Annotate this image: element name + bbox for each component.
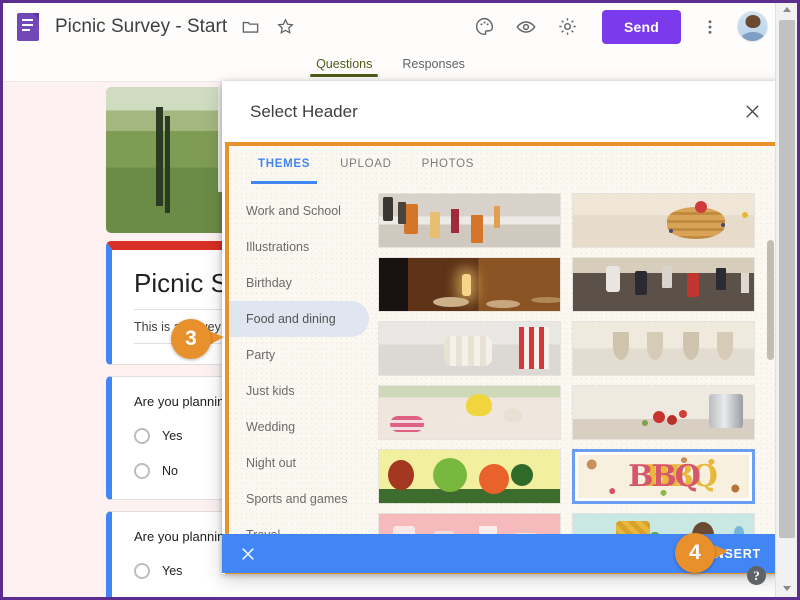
- radio-icon[interactable]: [134, 463, 150, 479]
- thumbnail-row: [378, 257, 756, 312]
- callout-number: 3: [171, 319, 211, 359]
- callout-marker-4: 4: [675, 533, 728, 573]
- star-outline-icon[interactable]: [276, 17, 295, 36]
- thumbnail-row: [378, 449, 756, 504]
- dialog-titlebar: Select Header: [222, 81, 785, 142]
- category-item-party[interactable]: Party: [229, 337, 369, 373]
- tab-questions[interactable]: Questions: [310, 53, 379, 77]
- page-white-strip: [222, 573, 785, 597]
- radio-icon[interactable]: [134, 563, 150, 579]
- gear-settings-icon[interactable]: [557, 16, 578, 37]
- theme-thumbnail-fruit-illustration[interactable]: [378, 449, 561, 504]
- form-tabs: Questions Responses: [3, 53, 778, 82]
- close-icon[interactable]: [236, 542, 260, 566]
- google-forms-icon: [17, 12, 39, 41]
- theme-thumbnail-party-gathering[interactable]: [572, 257, 755, 312]
- category-list: Work and School Illustrations Birthday F…: [229, 182, 369, 570]
- picker-scrollbar-thumb[interactable]: [767, 240, 774, 360]
- tab-responses[interactable]: Responses: [400, 53, 467, 77]
- theme-thumbnail-cocktails-on-table[interactable]: [378, 193, 561, 248]
- category-item-wedding[interactable]: Wedding: [229, 409, 369, 445]
- app-bar-actions: Send: [454, 9, 778, 44]
- category-item-birthday[interactable]: Birthday: [229, 265, 369, 301]
- browser-scrollbar[interactable]: [775, 0, 797, 597]
- theme-thumbnail-tea-party-table[interactable]: [378, 385, 561, 440]
- thumbnail-row: [378, 321, 756, 376]
- theme-thumbnail-champagne-glasses[interactable]: [572, 321, 755, 376]
- theme-thumbnail-bbq-illustration[interactable]: [572, 449, 755, 504]
- tab-themes[interactable]: THEMES: [250, 148, 318, 184]
- app-bar: Picnic Survey - Start Send: [3, 0, 778, 53]
- folder-move-icon[interactable]: [241, 17, 260, 36]
- avatar[interactable]: [737, 11, 768, 42]
- callout-number: 4: [675, 533, 715, 573]
- select-header-dialog: Select Header THEMES UPLOAD PHOTOS Work …: [222, 81, 785, 574]
- eye-preview-icon[interactable]: [515, 16, 537, 38]
- header-picker: THEMES UPLOAD PHOTOS Work and School Ill…: [229, 146, 778, 570]
- palette-icon[interactable]: [474, 16, 495, 37]
- picker-scrollbar[interactable]: [766, 182, 775, 570]
- more-vert-icon[interactable]: [701, 17, 719, 37]
- category-item-illustrations[interactable]: Illustrations: [229, 229, 369, 265]
- help-button[interactable]: ?: [747, 566, 766, 585]
- tab-photos[interactable]: PHOTOS: [421, 148, 476, 181]
- thumbnail-row: [378, 193, 756, 248]
- category-item-food-and-dining[interactable]: Food and dining: [229, 301, 369, 337]
- send-button[interactable]: Send: [601, 9, 681, 44]
- picker-main: Work and School Illustrations Birthday F…: [229, 182, 778, 570]
- browser-scrollbar-thumb[interactable]: [779, 20, 795, 538]
- category-item-night-out[interactable]: Night out: [229, 445, 369, 481]
- option-label: Yes: [162, 564, 183, 578]
- dialog-title: Select Header: [250, 101, 358, 121]
- theme-thumbnail-pancakes-with-berries[interactable]: [572, 193, 755, 248]
- callout-marker-3: 3: [171, 319, 224, 359]
- theme-thumbnail-grid: [369, 182, 778, 570]
- option-label: Yes: [162, 429, 183, 443]
- thumbnail-row: [378, 385, 756, 440]
- radio-icon[interactable]: [134, 428, 150, 444]
- header-picker-highlight-frame: THEMES UPLOAD PHOTOS Work and School Ill…: [225, 142, 782, 574]
- category-item-sports-and-games[interactable]: Sports and games: [229, 481, 369, 517]
- browser-viewport: Picnic Survey - Start Send Questions Res…: [0, 0, 800, 600]
- document-title[interactable]: Picnic Survey - Start: [55, 16, 227, 38]
- theme-thumbnail-candlelit-dinner[interactable]: [378, 257, 561, 312]
- theme-thumbnail-popcorn-bowl[interactable]: [378, 321, 561, 376]
- category-item-just-kids[interactable]: Just kids: [229, 373, 369, 409]
- close-icon[interactable]: [737, 97, 767, 127]
- category-item-work-and-school[interactable]: Work and School: [229, 193, 369, 229]
- window-top-border: [3, 0, 797, 3]
- picker-tabs: THEMES UPLOAD PHOTOS: [229, 146, 778, 184]
- theme-thumbnail-tomatoes-and-pot[interactable]: [572, 385, 755, 440]
- option-label: No: [162, 464, 178, 478]
- scroll-down-arrow-icon[interactable]: [776, 579, 797, 597]
- tab-upload[interactable]: UPLOAD: [339, 148, 393, 181]
